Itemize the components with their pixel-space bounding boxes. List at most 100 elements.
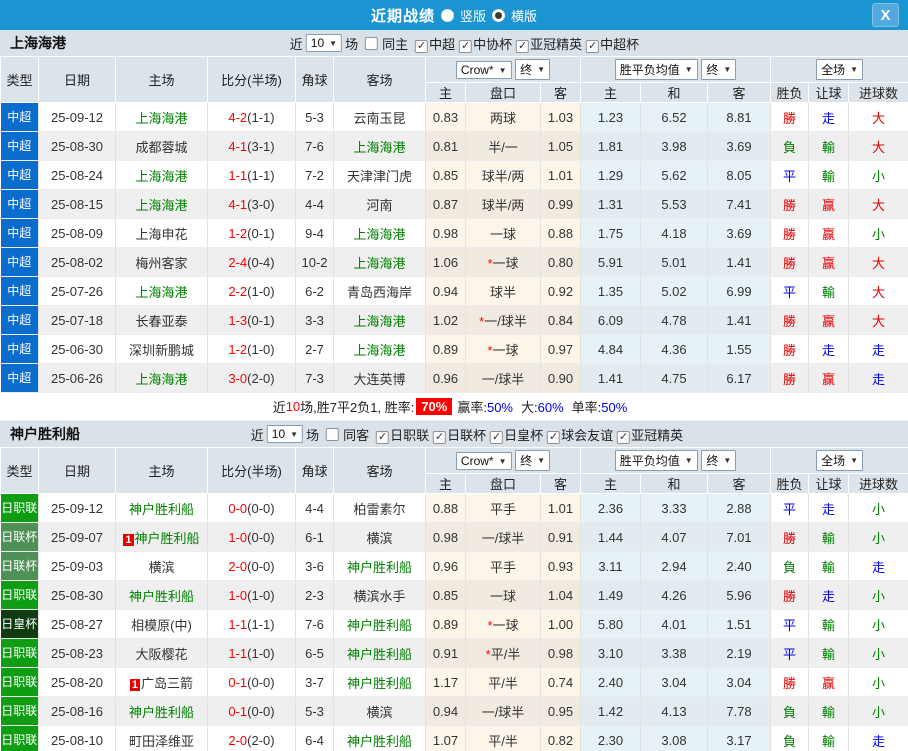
avg-draw: 3.98 <box>640 131 708 161</box>
competition-label: 亚冠精英 <box>631 427 684 443</box>
match-row: 中超 25-08-15 上海海港 4-1(3-0) 4-4 河南 0.87 球半/两 0.99 1… <box>0 189 908 219</box>
section-bar-vissel-kobe: 神户胜利船 近 10▼ 场 同客 日职联 日联杯 日皇杯 球会友谊 亚冠精英 <box>0 421 908 447</box>
odds-away: 0.90 <box>540 363 581 393</box>
same-away-checkbox[interactable] <box>326 427 340 441</box>
avg-time-select[interactable]: 终 ▼ <box>701 59 737 80</box>
competition-type: 中超 <box>0 131 39 161</box>
competition-badge: 中超 <box>0 132 38 160</box>
away-team: 云南玉昆 <box>333 102 426 132</box>
avg-draw: 5.01 <box>640 247 708 277</box>
result-wdl: 勝 <box>770 102 810 132</box>
window-title: 近期战绩 <box>370 7 435 25</box>
corners: 6-5 <box>295 638 334 668</box>
result-goals: 大 <box>848 276 908 306</box>
horizontal-layout-radio[interactable] <box>492 8 505 22</box>
competition-checkbox[interactable] <box>586 39 600 53</box>
match-date: 25-08-30 <box>38 131 116 161</box>
star-marker: * <box>479 313 485 329</box>
match-date: 25-06-26 <box>38 363 116 393</box>
match-count-select[interactable]: 10 ▼ <box>266 425 304 443</box>
result-goals: 小 <box>848 493 908 523</box>
odds-time-select[interactable]: 终 ▼ <box>515 450 551 471</box>
competition-type: 日联杯 <box>0 522 39 552</box>
match-date: 25-08-09 <box>38 218 116 248</box>
avg-away: 3.04 <box>707 667 772 697</box>
avg-draw: 4.75 <box>640 363 708 393</box>
odds-away: 0.93 <box>540 551 581 581</box>
avg-time-select[interactable]: 终 ▼ <box>701 450 737 471</box>
competition-type: 中超 <box>0 305 39 335</box>
away-team: 神户胜利船 <box>333 667 426 697</box>
match-row: 中超 25-08-30 成都蓉城 4-1(3-1) 7-6 上海海港 0.81 半/一 1.05… <box>0 131 908 161</box>
odds-away: 0.84 <box>540 305 581 335</box>
odds-home: 0.83 <box>425 102 466 132</box>
result-goals: 小 <box>848 638 908 668</box>
result-handicap: 輸 <box>808 131 850 161</box>
competition-badge: 中超 <box>0 364 38 392</box>
competition-type: 中超 <box>0 160 39 190</box>
result-wdl: 平 <box>770 638 810 668</box>
close-icon[interactable]: X <box>872 3 899 27</box>
avg-draw: 5.02 <box>640 276 708 306</box>
competition-badge: 日职联 <box>0 639 38 667</box>
away-team: 横滨水手 <box>333 580 426 610</box>
competition-checkbox[interactable] <box>516 39 530 53</box>
match-row: 中超 25-08-09 上海申花 1-2(0-1) 9-4 上海海港 0.98 一球 0.88 1… <box>0 218 908 248</box>
home-team: 上海海港 <box>115 102 208 132</box>
match-row: 日联杯 25-09-07 1 神户胜利船 1-0(0-0) 6-1 横滨 0.98 一/球半 0.… <box>0 522 908 552</box>
away-team: 大连英博 <box>333 363 426 393</box>
avg-home: 1.29 <box>580 160 641 190</box>
avg-draw: 3.38 <box>640 638 708 668</box>
score: 2-0(2-0) <box>207 725 296 751</box>
competition-checkbox[interactable] <box>490 430 504 444</box>
competition-checkbox[interactable] <box>617 430 631 444</box>
competition-checkbox[interactable] <box>433 430 447 444</box>
competition-checkbox[interactable] <box>376 430 390 444</box>
match-count-select[interactable]: 10 ▼ <box>305 34 343 52</box>
result-goals: 大 <box>848 131 908 161</box>
competition-label: 球会友谊 <box>561 427 614 443</box>
competition-checkbox[interactable] <box>547 430 561 444</box>
col-goals: 进球数 <box>848 473 908 494</box>
col-away: 客场 <box>333 56 426 103</box>
handicap: 一球 <box>465 218 541 248</box>
match-date: 25-06-30 <box>38 334 116 364</box>
vertical-layout-radio[interactable] <box>440 8 454 22</box>
scope-select[interactable]: 全场 ▼ <box>816 59 863 80</box>
competition-checkbox[interactable] <box>459 39 473 53</box>
odds-home: 0.98 <box>425 218 466 248</box>
col-goals: 进球数 <box>848 82 908 103</box>
odds-time-select[interactable]: 终 ▼ <box>515 59 551 80</box>
home-team: 神户胜利船 <box>115 580 208 610</box>
scope-select[interactable]: 全场 ▼ <box>816 450 863 471</box>
match-date: 25-08-15 <box>38 189 116 219</box>
score: 1-0(1-0) <box>207 580 296 610</box>
same-home-checkbox[interactable] <box>365 36 379 50</box>
avg-type-select[interactable]: 胜平负均值 ▼ <box>614 450 698 471</box>
star-marker: * <box>487 255 493 271</box>
avg-type-select[interactable]: 胜平负均值 ▼ <box>614 59 698 80</box>
corners: 6-4 <box>295 725 334 751</box>
avg-home: 3.11 <box>580 551 641 581</box>
odds-home: 1.17 <box>425 667 466 697</box>
odds-away: 0.91 <box>540 522 581 552</box>
home-team: 长春亚泰 <box>115 305 208 335</box>
result-goals: 小 <box>848 609 908 639</box>
competition-type: 日联杯 <box>0 551 39 581</box>
result-goals: 走 <box>848 334 908 364</box>
home-team: 大阪樱花 <box>115 638 208 668</box>
avg-away: 8.05 <box>707 160 772 190</box>
odds-home: 0.91 <box>425 638 466 668</box>
score: 2-2(1-0) <box>207 276 296 306</box>
competition-badge: 日皇杯 <box>0 610 38 638</box>
odds-company-select[interactable]: Crow* ▼ <box>455 452 512 470</box>
odds-company-select[interactable]: Crow* ▼ <box>455 61 512 79</box>
odds-away: 0.99 <box>540 189 581 219</box>
score: 0-1(0-0) <box>207 667 296 697</box>
competition-badge: 中超 <box>0 161 38 189</box>
competition-checkbox[interactable] <box>415 39 429 53</box>
home-team: 1 广岛三箭 <box>115 667 208 697</box>
odds-home: 0.96 <box>425 551 466 581</box>
avg-home: 1.49 <box>580 580 641 610</box>
match-row: 日职联 25-09-12 神户胜利船 0-0(0-0) 4-4 柏雷素尔 0.88 平手 1.0… <box>0 493 908 523</box>
